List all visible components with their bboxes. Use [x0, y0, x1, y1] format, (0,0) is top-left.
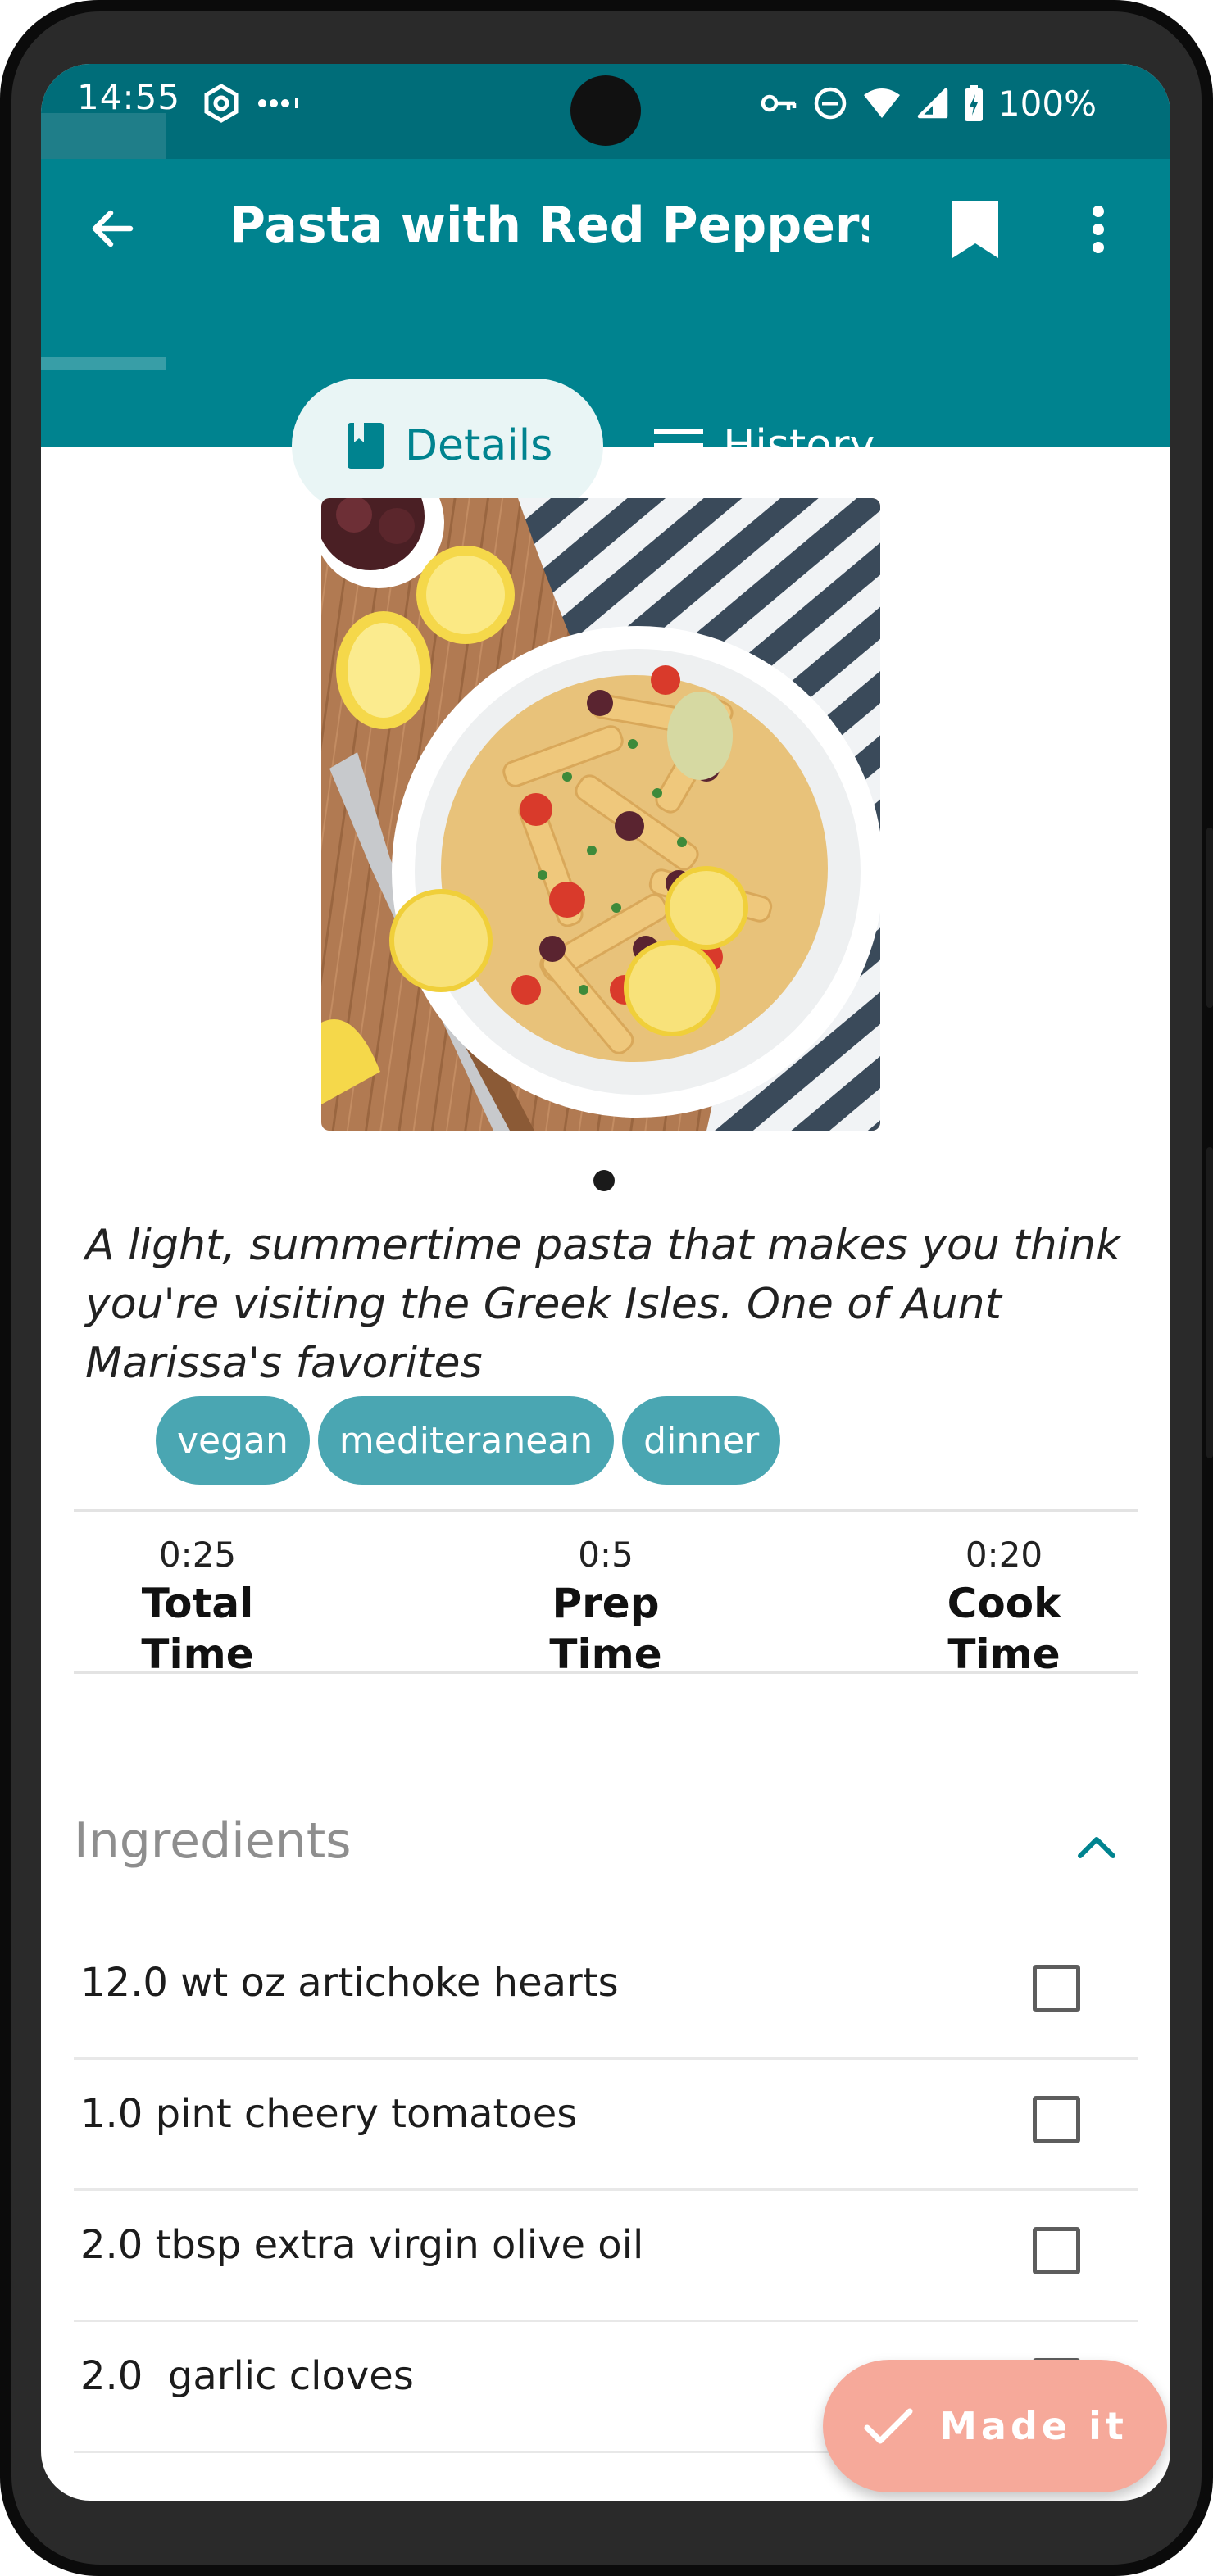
- cook-time: 0:20 Cook Time: [893, 1532, 1115, 1680]
- tab-history-label: History: [723, 421, 875, 470]
- ingredient-row[interactable]: 1.0 pint cheery tomatoes: [74, 2060, 1138, 2191]
- overlay-ghost-line: [41, 357, 166, 370]
- status-left-icons: [202, 77, 305, 129]
- front-camera: [570, 75, 641, 146]
- book-icon: [348, 423, 384, 469]
- tab-details[interactable]: Details: [292, 379, 604, 513]
- prep-time: 0:5 Prep Time: [503, 1532, 708, 1680]
- prep-time-label: Prep Time: [549, 1580, 662, 1678]
- tag-chip[interactable]: dinner: [622, 1396, 781, 1485]
- back-button[interactable]: [75, 192, 149, 265]
- ingredient-checkbox[interactable]: [1033, 2096, 1080, 2143]
- bookmark-icon: [952, 201, 998, 258]
- app-notification-icon: [204, 84, 239, 123]
- bookmark-button[interactable]: [934, 188, 1016, 270]
- status-right-icons: 100%: [761, 77, 1097, 129]
- signal-icon: [917, 88, 948, 119]
- total-time-label: Total Time: [141, 1580, 254, 1678]
- vpn-key-icon: [761, 94, 797, 112]
- status-time: 14:55: [77, 77, 181, 117]
- image-pager-dot: [593, 1170, 615, 1191]
- ingredient-checkbox[interactable]: [1033, 2227, 1080, 2274]
- prep-time-value: 0:5: [578, 1535, 634, 1575]
- ingredient-text: 12.0 wt oz artichoke hearts: [80, 1960, 619, 2006]
- more-vert-icon: [1093, 206, 1104, 253]
- made-it-label: Made it: [939, 2404, 1128, 2448]
- volume-button: [1206, 1147, 1213, 1458]
- phone-frame: 14:55 100% Pasta with Red Peppers… Detai…: [0, 0, 1213, 2576]
- screen: 14:55 100% Pasta with Red Peppers… Detai…: [41, 64, 1170, 2501]
- tab-bar: Details History: [292, 379, 925, 513]
- recipe-description: A light, summertime pasta that makes you…: [85, 1221, 1121, 1388]
- tab-history[interactable]: History: [633, 379, 925, 513]
- total-time-value: 0:25: [158, 1535, 237, 1575]
- recipe-times: 0:25 Total Time 0:5 Prep Time 0:20 Cook …: [74, 1532, 1138, 1678]
- overlay-ghost: [41, 113, 166, 159]
- ingredients-header[interactable]: Ingredients: [74, 1789, 1138, 1888]
- status-bar: 14:55 100%: [41, 64, 1170, 159]
- arrow-back-icon: [92, 210, 134, 247]
- wifi-icon: [863, 88, 900, 118]
- tab-details-label: Details: [405, 421, 553, 470]
- cook-time-value: 0:20: [965, 1535, 1043, 1575]
- pasta-dish-image: [321, 498, 880, 1131]
- ingredients-title: Ingredients: [74, 1812, 352, 1870]
- collapse-ingredients-button[interactable]: [1064, 1814, 1129, 1880]
- tag-chip[interactable]: mediteranean: [317, 1396, 615, 1485]
- ingredient-checkbox[interactable]: [1033, 1965, 1080, 2012]
- battery-charging-icon: [964, 85, 983, 121]
- made-it-button[interactable]: Made it: [823, 2360, 1167, 2492]
- ingredient-text: 2.0 tbsp extra virgin olive oil: [80, 2222, 644, 2268]
- ingredient-row[interactable]: 2.0 tbsp extra virgin olive oil: [74, 2191, 1138, 2322]
- app-bar: Pasta with Red Peppers… Details History: [41, 159, 1170, 513]
- cook-time-label: Cook Time: [947, 1580, 1061, 1678]
- recipe-title: Pasta with Red Peppers…: [229, 197, 869, 254]
- tag-chip[interactable]: vegan: [156, 1396, 310, 1485]
- recipe-photo[interactable]: [321, 498, 880, 1131]
- more-options-button[interactable]: [1057, 188, 1139, 270]
- battery-level: 100%: [997, 83, 1097, 124]
- do-not-disturb-icon: [814, 87, 847, 120]
- ingredient-text: 2.0 garlic cloves: [80, 2353, 414, 2399]
- power-button: [1206, 828, 1213, 1008]
- ingredient-text: 1.0 pint cheery tomatoes: [80, 2091, 578, 2137]
- check-icon: [864, 2408, 913, 2444]
- ingredient-row[interactable]: 12.0 wt oz artichoke hearts: [74, 1929, 1138, 2060]
- list-icon: [654, 429, 704, 462]
- tag-list: vegan mediteranean dinner: [156, 1396, 781, 1485]
- more-notifications-icon: [258, 98, 298, 108]
- divider: [74, 1509, 1138, 1512]
- divider: [74, 1671, 1138, 1674]
- total-time: 0:25 Total Time: [103, 1532, 292, 1680]
- chevron-up-icon: [1078, 1837, 1115, 1858]
